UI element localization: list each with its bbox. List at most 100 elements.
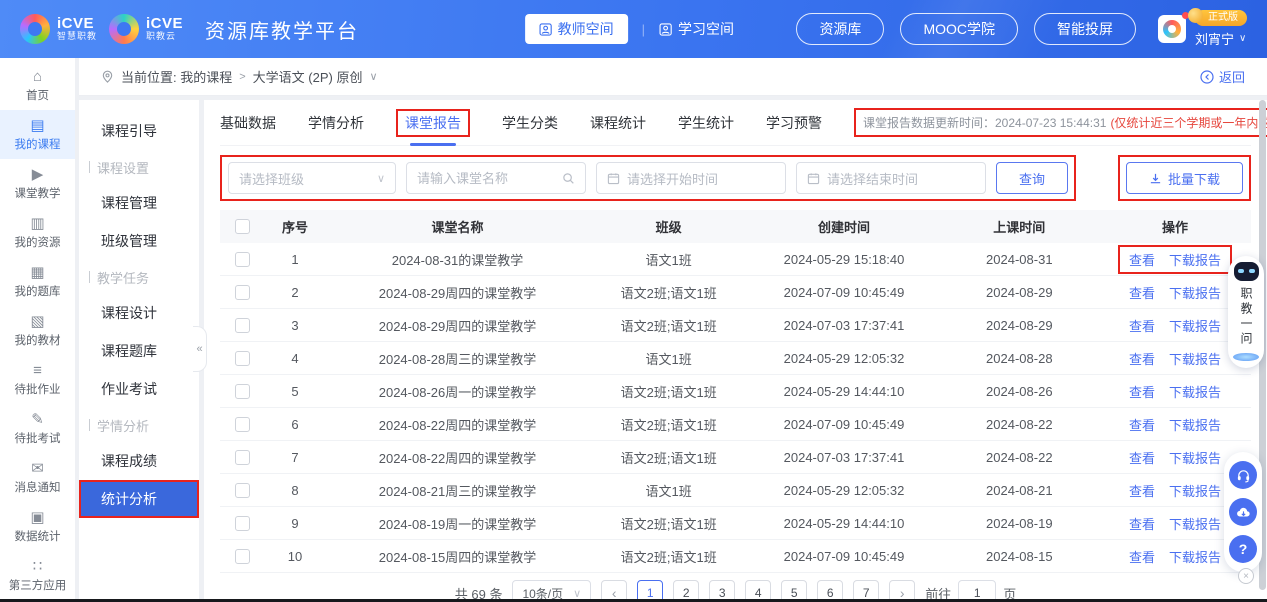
student-space-tab[interactable]: 学习空间 [659, 19, 734, 39]
sidebar-item-course-management[interactable]: 课程管理 [79, 184, 199, 222]
sidebar-item-statistics-analysis[interactable]: 统计分析 [81, 482, 197, 516]
help-button[interactable]: ? [1229, 535, 1257, 563]
header-class-name: 课堂名称 [326, 217, 589, 236]
row-checkbox[interactable] [235, 549, 250, 564]
smart-cast-button[interactable]: 智能投屏 [1034, 13, 1136, 45]
mooc-academy-button[interactable]: MOOC学院 [900, 13, 1018, 45]
collapse-toolbar-button[interactable]: × [1238, 568, 1254, 584]
rail-item-notifications[interactable]: ✉ 消息通知 [0, 453, 75, 502]
zhijiao-assistant-widget[interactable]: 职教一问 [1228, 256, 1264, 368]
download-report-link[interactable]: 下载报告 [1169, 283, 1221, 302]
page-button-2[interactable]: 2 [673, 580, 699, 602]
download-report-link[interactable]: 下载报告 [1169, 250, 1221, 269]
batch-download-button[interactable]: 批量下载 [1126, 162, 1243, 194]
start-date-picker[interactable]: 请选择开始时间 [596, 162, 786, 194]
rail-item-my-textbooks[interactable]: ▧ 我的教材 [0, 306, 75, 355]
rail-item-my-resources[interactable]: ▥ 我的资源 [0, 208, 75, 257]
sidebar-item-course-design[interactable]: 课程设计 [79, 294, 199, 332]
tab-basic-data[interactable]: 基础数据 [220, 113, 276, 133]
row-checkbox[interactable] [235, 318, 250, 333]
resource-library-button[interactable]: 资源库 [796, 13, 884, 45]
class-name-search-input[interactable] [417, 171, 555, 186]
row-checkbox[interactable] [235, 516, 250, 531]
customer-service-button[interactable] [1229, 461, 1257, 489]
question-mark-icon: ? [1239, 541, 1248, 557]
rail-item-pending-exams[interactable]: ✎ 待批考试 [0, 404, 75, 453]
search-icon [562, 172, 575, 185]
sidebar-item-course-guide[interactable]: 课程引导 [79, 112, 199, 150]
download-report-link[interactable]: 下载报告 [1169, 382, 1221, 401]
view-link[interactable]: 查看 [1129, 316, 1155, 335]
breadcrumb-course[interactable]: 大学语文 (2P) 原创 [253, 67, 363, 86]
teacher-space-tab[interactable]: 教师空间 [525, 14, 628, 44]
download-center-button[interactable] [1229, 498, 1257, 526]
sidebar-item-homework-exam[interactable]: 作业考试 [79, 370, 199, 408]
page-size-select[interactable]: 10条/页 ∨ [512, 580, 591, 602]
user-menu[interactable]: 刘宵宁 ∨ [1195, 29, 1246, 48]
page-button-4[interactable]: 4 [745, 580, 771, 602]
view-link[interactable]: 查看 [1129, 547, 1155, 566]
header-class-time: 上课时间 [940, 217, 1099, 236]
page-button-5[interactable]: 5 [781, 580, 807, 602]
download-report-link[interactable]: 下载报告 [1169, 481, 1221, 500]
row-checkbox[interactable] [235, 417, 250, 432]
rail-item-home[interactable]: ⌂ 首页 [0, 61, 75, 110]
sidebar-item-course-question-bank[interactable]: 课程题库 [79, 332, 199, 370]
tab-course-statistics[interactable]: 课程统计 [590, 113, 646, 133]
page-button-6[interactable]: 6 [817, 580, 843, 602]
class-name-search-field[interactable] [406, 162, 586, 194]
row-checkbox[interactable] [235, 252, 250, 267]
select-all-checkbox[interactable] [235, 219, 250, 234]
table-header-row: 序号 课堂名称 班级 创建时间 上课时间 操作 [220, 210, 1251, 243]
view-link[interactable]: 查看 [1129, 382, 1155, 401]
page-button-7[interactable]: 7 [853, 580, 879, 602]
row-checkbox[interactable] [235, 450, 250, 465]
search-button[interactable]: 查询 [996, 162, 1068, 194]
tab-learning-warning[interactable]: 学习预警 [766, 113, 822, 133]
page-button-1[interactable]: 1 [637, 580, 663, 602]
brand-icve-zhihuizhijiao: iCVE 智慧职教 [20, 14, 97, 44]
tab-student-statistics[interactable]: 学生统计 [678, 113, 734, 133]
course-chevron-down-icon[interactable]: ∨ [369, 70, 377, 83]
download-report-link[interactable]: 下载报告 [1169, 448, 1221, 467]
download-report-link[interactable]: 下载报告 [1169, 316, 1221, 335]
sidebar-item-course-grades[interactable]: 课程成绩 [79, 442, 199, 480]
rail-item-my-courses[interactable]: ▤ 我的课程 [0, 110, 75, 159]
page-button-3[interactable]: 3 [709, 580, 735, 602]
avatar[interactable] [1158, 15, 1186, 43]
rail-item-pending-homework[interactable]: ≡ 待批作业 [0, 355, 75, 404]
rail-item-third-party-apps[interactable]: ∷ 第三方应用 [0, 551, 75, 600]
tab-student-classification[interactable]: 学生分类 [502, 113, 558, 133]
view-link[interactable]: 查看 [1129, 481, 1155, 500]
download-report-link[interactable]: 下载报告 [1169, 349, 1221, 368]
view-link[interactable]: 查看 [1129, 250, 1155, 269]
rail-item-data-statistics[interactable]: ▣ 数据统计 [0, 502, 75, 551]
row-checkbox[interactable] [235, 483, 250, 498]
view-link[interactable]: 查看 [1129, 349, 1155, 368]
end-date-picker[interactable]: 请选择结束时间 [796, 162, 986, 194]
row-checkbox[interactable] [235, 351, 250, 366]
class-select[interactable]: 请选择班级 ∨ [228, 162, 396, 194]
tab-learning-analysis[interactable]: 学情分析 [308, 113, 364, 133]
download-report-link[interactable]: 下载报告 [1169, 415, 1221, 434]
sidebar-collapse-handle[interactable]: « [193, 326, 207, 372]
download-report-link[interactable]: 下载报告 [1169, 547, 1221, 566]
username: 刘宵宁 [1195, 29, 1234, 48]
rail-item-question-bank[interactable]: ▦ 我的题库 [0, 257, 75, 306]
view-link[interactable]: 查看 [1129, 448, 1155, 467]
prev-page-button[interactable]: ‹ [601, 580, 627, 602]
sidebar-item-class-management[interactable]: 班级管理 [79, 222, 199, 260]
rail-item-classroom-teaching[interactable]: ▶ 课堂教学 [0, 159, 75, 208]
view-link[interactable]: 查看 [1129, 415, 1155, 434]
view-link[interactable]: 查看 [1129, 514, 1155, 533]
back-button[interactable]: 返回 [1200, 67, 1245, 86]
view-link[interactable]: 查看 [1129, 283, 1155, 302]
page-size-chevron-down-icon: ∨ [573, 587, 581, 600]
goto-page-input[interactable] [958, 580, 996, 602]
tab-classroom-report[interactable]: 课堂报告 [396, 109, 470, 137]
wave-decoration [1233, 353, 1259, 361]
row-checkbox[interactable] [235, 384, 250, 399]
next-page-button[interactable]: › [889, 580, 915, 602]
download-report-link[interactable]: 下载报告 [1169, 514, 1221, 533]
row-checkbox[interactable] [235, 285, 250, 300]
